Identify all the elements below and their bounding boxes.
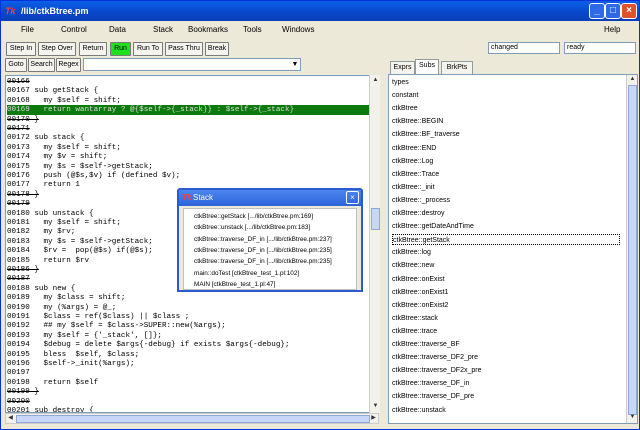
subs-list-item[interactable]: ctkBtree::traverse_DF_pre <box>392 391 620 402</box>
menu-bar: File Control Data Stack Bookmarks Tools … <box>1 21 639 38</box>
run-to-button[interactable]: Run To <box>133 42 163 56</box>
subs-list-item[interactable]: ctkBtree::stack <box>392 313 620 324</box>
subs-list-item[interactable]: ctkBtree::_init <box>392 182 620 193</box>
subs-list-item[interactable]: ctkBtree::Trace <box>392 169 620 180</box>
subs-list-item[interactable]: ctkBtree::BEGIN <box>392 116 620 127</box>
subs-list-item[interactable]: ctkBtree::traverse_DF2x_pre <box>392 365 620 376</box>
maximize-button[interactable]: □ <box>605 3 621 19</box>
subs-list-item[interactable]: ctkBtree::new <box>392 260 620 271</box>
stack-list[interactable]: ctkBtree::getStack [.../lib/ctkBtree.pm:… <box>183 208 357 290</box>
subs-list-item[interactable]: ctkBtree::destroy <box>392 208 620 219</box>
stack-item[interactable]: ctkBtree::unstack [.../lib/ctkBtree.pm:1… <box>194 222 310 233</box>
stack-close-button[interactable]: × <box>346 191 359 204</box>
scroll-down-icon[interactable]: ▼ <box>371 402 380 411</box>
subs-list-item[interactable]: ctkBtree::log <box>392 247 620 258</box>
subs-list-item[interactable]: ctkBtree::trace <box>392 326 620 337</box>
menu-stack[interactable]: Stack <box>153 25 173 34</box>
subs-list-item[interactable]: ctkBtree::traverse_BF <box>392 339 620 350</box>
stack-window-title-bar[interactable]: Tk Stack × <box>179 190 361 206</box>
subs-scrollbar[interactable]: ▲ ▼ <box>626 75 637 423</box>
status-changed: changed <box>488 42 560 54</box>
scroll-up-icon[interactable]: ▲ <box>371 76 380 85</box>
subs-list-item[interactable]: constant <box>392 90 620 101</box>
code-vertical-scroll-thumb[interactable] <box>371 208 380 230</box>
minimize-button[interactable]: _ <box>589 3 605 19</box>
menu-help[interactable]: Help <box>604 25 620 34</box>
subs-list-item[interactable]: ctkBtree <box>392 103 620 114</box>
stack-item[interactable]: MAIN [ctkBtree_test_1.pl:47] <box>194 279 275 290</box>
pass-thru-button[interactable]: Pass Thru <box>165 42 203 56</box>
tab-brkpts[interactable]: BrkPts <box>441 61 473 74</box>
menu-data[interactable]: Data <box>109 25 126 34</box>
stack-window-title: Stack <box>193 193 214 202</box>
subs-list-item[interactable]: ctkBtree::traverse_DF2_pre <box>392 352 620 363</box>
subs-list-item[interactable]: ctkBtree::END <box>392 143 620 154</box>
menu-control[interactable]: Control <box>61 25 87 34</box>
goto-button[interactable]: Goto <box>5 58 27 72</box>
window-title: /lib/ctkBtree.pm <box>21 6 89 16</box>
subs-list-item[interactable]: ctkBtree::onExist <box>392 274 620 285</box>
code-horizontal-scrollbar[interactable]: ◀ ▶ <box>5 413 379 424</box>
tab-subs[interactable]: Subs <box>415 59 439 74</box>
tk-logo-icon: Tk <box>182 193 192 202</box>
status-ready: ready <box>564 42 636 54</box>
step-in-button[interactable]: Step In <box>6 42 36 56</box>
code-horizontal-scroll-thumb[interactable] <box>16 415 370 423</box>
main-window: Tk /lib/ctkBtree.pm _ □ × File Control D… <box>0 0 640 430</box>
subs-list-item[interactable]: ctkBtree::unstack <box>392 405 620 416</box>
subs-list-item[interactable]: ctkBtree::Log <box>392 156 620 167</box>
subs-list-item[interactable]: ctkBtree::BF_traverse <box>392 129 620 140</box>
stack-window[interactable]: Tk Stack × ctkBtree::getStack [.../lib/c… <box>177 188 363 292</box>
subs-list-item[interactable]: ctkBtree::_process <box>392 195 620 206</box>
return-button[interactable]: Return <box>79 42 107 56</box>
break-button[interactable]: Break <box>205 42 229 56</box>
run-button[interactable]: Run <box>110 42 131 56</box>
tab-exprs[interactable]: Exprs <box>390 61 415 74</box>
scroll-left-icon[interactable]: ◀ <box>6 414 15 423</box>
search-button[interactable]: Search <box>28 58 55 72</box>
menu-windows[interactable]: Windows <box>282 25 314 34</box>
search-combo[interactable]: ▼ <box>83 58 301 71</box>
chevron-down-icon[interactable]: ▼ <box>290 59 300 70</box>
stack-item[interactable]: ctkBtree::traverse_DF_in [.../lib/ctkBtr… <box>194 245 332 256</box>
code-vertical-scrollbar[interactable]: ▲ ▼ <box>369 75 380 413</box>
regex-button[interactable]: Regex <box>56 58 81 72</box>
code-line[interactable]: 00201 sub destroy { <box>7 406 371 412</box>
subs-list-item[interactable]: ctkBtree::traverse_DF_in <box>392 378 620 389</box>
subs-list-item[interactable]: ctkBtree::getDateAndTime <box>392 221 620 232</box>
subs-scroll-down-icon[interactable]: ▼ <box>628 413 637 422</box>
close-button[interactable]: × <box>621 3 637 19</box>
subs-list-item[interactable]: types <box>392 77 620 88</box>
stack-item[interactable]: ctkBtree::getStack [.../lib/ctkBtree.pm:… <box>194 211 313 222</box>
subs-list-item-focused[interactable]: ctkBtree::getStack <box>392 234 620 246</box>
subs-scroll-thumb[interactable] <box>628 85 637 415</box>
menu-bookmarks[interactable]: Bookmarks <box>188 25 228 34</box>
subs-list-item[interactable]: ctkBtree::onExist1 <box>392 287 620 298</box>
subs-scroll-up-icon[interactable]: ▲ <box>628 75 637 84</box>
stack-item[interactable]: ctkBtree::traverse_DF_in [.../lib/ctkBtr… <box>194 256 332 267</box>
tk-logo-icon: Tk <box>5 6 16 16</box>
scroll-right-icon[interactable]: ▶ <box>369 414 378 423</box>
title-bar: Tk /lib/ctkBtree.pm _ □ × <box>1 1 639 21</box>
stack-item[interactable]: ctkBtree::traverse_DF_in [.../lib/ctkBtr… <box>194 234 332 245</box>
subs-list-item[interactable]: ctkBtree::onExist2 <box>392 300 620 311</box>
stack-item[interactable]: main::doTest [ctkBtree_test_1.pl:102] <box>194 268 299 279</box>
step-over-button[interactable]: Step Over <box>38 42 76 56</box>
menu-file[interactable]: File <box>21 25 34 34</box>
menu-tools[interactable]: Tools <box>243 25 262 34</box>
subs-list[interactable]: typesconstantctkBtreectkBtree::BEGINctkB… <box>388 74 638 424</box>
